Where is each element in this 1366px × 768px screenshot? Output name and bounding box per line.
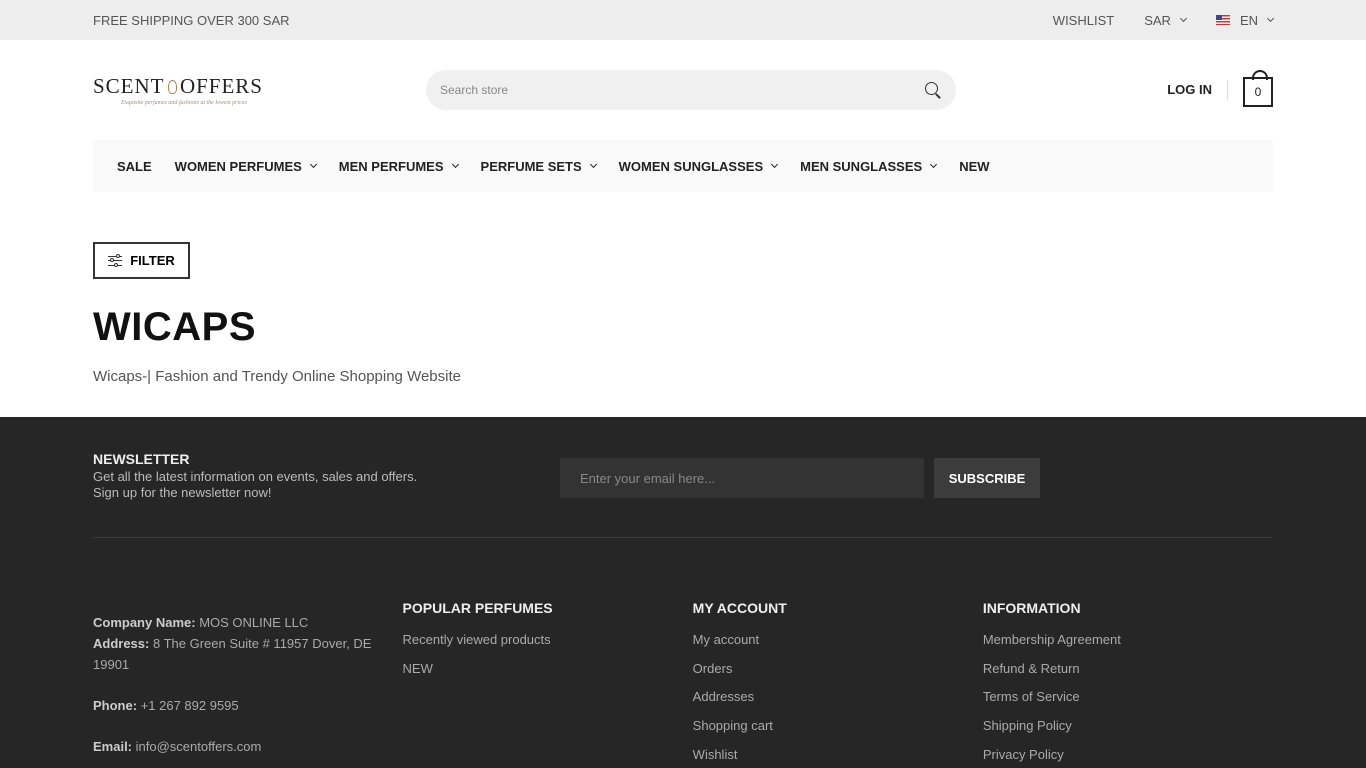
- column-title: INFORMATION: [982, 600, 1081, 616]
- footer-link[interactable]: Refund & Return: [983, 659, 1273, 679]
- footer-link[interactable]: Orders: [693, 659, 983, 679]
- address-label: Address:: [93, 636, 150, 651]
- language-value: EN: [1239, 12, 1258, 28]
- search-icon[interactable]: [924, 81, 942, 99]
- nav-label: PERFUME SETS: [480, 158, 582, 174]
- filter-button[interactable]: FILTER: [93, 242, 190, 279]
- filter-sliders-icon: [108, 253, 123, 267]
- top-bar: FREE SHIPPING OVER 300 SAR WISHLIST SAR …: [0, 0, 1366, 40]
- logo-wordmark: SCENT OFFERS: [93, 74, 263, 99]
- nav-item-perfume-sets[interactable]: PERFUME SETS: [480, 158, 597, 174]
- chevron-down-icon: [771, 160, 779, 169]
- site-header: SCENT OFFERS Exquisite perfumes and fash…: [0, 40, 1366, 140]
- footer-link[interactable]: Shopping cart: [693, 716, 983, 736]
- chevron-down-icon: [1266, 14, 1275, 23]
- company-line: Company Name: MOS ONLINE LLC: [93, 612, 403, 633]
- footer-link[interactable]: Shipping Policy: [983, 716, 1273, 736]
- company-name: MOS ONLINE LLC: [199, 615, 309, 630]
- chevron-down-icon: [451, 160, 459, 169]
- footer-link[interactable]: Membership Agreement: [983, 630, 1273, 650]
- search-bar: [426, 70, 956, 110]
- chevron-down-icon: [1179, 14, 1187, 23]
- site-logo[interactable]: SCENT OFFERS Exquisite perfumes and fash…: [93, 74, 263, 106]
- newsletter-title: NEWSLETTER: [93, 451, 190, 467]
- currency-value: SAR: [1144, 12, 1171, 28]
- footer-link[interactable]: Privacy Policy: [983, 745, 1273, 765]
- logo-tagline: Exquisite perfumes and fashions at the l…: [121, 100, 247, 106]
- footer-link[interactable]: Addresses: [693, 687, 983, 707]
- currency-selector[interactable]: SAR: [1144, 12, 1187, 28]
- search-input[interactable]: [440, 83, 880, 97]
- collection-content: FILTER WICAPS Wicaps-| Fashion and Trend…: [0, 192, 1366, 417]
- address-line: Address: 8 The Green Suite # 11957 Dover…: [93, 633, 403, 675]
- footer-link[interactable]: My account: [693, 630, 983, 650]
- footer-link[interactable]: NEW: [403, 659, 693, 679]
- contact-info: Company Name: MOS ONLINE LLC Address: 8 …: [93, 612, 403, 768]
- phone-line: Phone: +1 267 892 9595: [93, 695, 403, 716]
- newsletter-text: NEWSLETTER Get all the latest informatio…: [93, 451, 560, 501]
- email-line: Email: info@scentoffers.com: [93, 736, 403, 757]
- us-flag-icon: [1215, 15, 1230, 25]
- subscribe-button[interactable]: SUBSCRIBE: [934, 458, 1040, 498]
- language-selector[interactable]: EN: [1215, 12, 1275, 28]
- nav-label: MEN PERFUMES: [338, 158, 444, 174]
- newsletter-description: Get all the latest information on events…: [93, 469, 418, 500]
- main-navigation: SALE WOMEN PERFUMES MEN PERFUMES PERFUME…: [93, 140, 1273, 192]
- footer-link[interactable]: Wishlist: [693, 745, 983, 765]
- filter-label: FILTER: [130, 253, 175, 268]
- nav-label: SALE: [117, 158, 152, 174]
- chevron-down-icon: [589, 160, 597, 169]
- nav-item-men-perfumes[interactable]: MEN PERFUMES: [338, 158, 459, 174]
- column-title: MY ACCOUNT: [692, 600, 787, 616]
- popular-perfumes-column: POPULAR PERFUMES Recently viewed product…: [403, 600, 693, 768]
- footer-link[interactable]: Terms of Service: [983, 687, 1273, 707]
- logo-text-scent: SCENT: [93, 74, 165, 98]
- site-footer: NEWSLETTER Get all the latest informatio…: [0, 417, 1366, 768]
- nav-item-women-perfumes[interactable]: WOMEN PERFUMES: [174, 158, 317, 174]
- newsletter-section: NEWSLETTER Get all the latest informatio…: [93, 417, 1273, 538]
- nav-item-men-sunglasses[interactable]: MEN SUNGLASSES: [800, 158, 938, 174]
- header-actions: LOG IN 0: [1167, 70, 1273, 110]
- email-value[interactable]: info@scentoffers.com: [136, 739, 262, 754]
- information-column: INFORMATION Membership Agreement Refund …: [983, 600, 1273, 768]
- wishlist-link[interactable]: WISHLIST: [1053, 13, 1114, 28]
- logo-text-offers: OFFERS: [179, 74, 263, 98]
- top-bar-actions: WISHLIST SAR EN: [1053, 12, 1275, 28]
- column-title: POPULAR PERFUMES: [402, 600, 553, 616]
- nav-item-sale[interactable]: SALE: [117, 159, 152, 174]
- cart-button[interactable]: 0: [1243, 70, 1273, 107]
- cart-count: 0: [1254, 85, 1262, 99]
- nav-label: WOMEN SUNGLASSES: [618, 158, 764, 174]
- page-title: WICAPS: [93, 305, 256, 349]
- nav-label: NEW: [959, 158, 990, 174]
- login-link[interactable]: LOG IN: [1167, 80, 1228, 100]
- email-label: Email:: [93, 739, 133, 754]
- chevron-down-icon: [309, 160, 317, 169]
- free-shipping-promo: FREE SHIPPING OVER 300 SAR: [93, 12, 290, 28]
- phone-value: +1 267 892 9595: [140, 698, 239, 713]
- chevron-down-icon: [930, 160, 938, 169]
- footer-columns: Company Name: MOS ONLINE LLC Address: 8 …: [93, 538, 1273, 768]
- nav-item-new[interactable]: NEW: [959, 159, 989, 174]
- phone-label: Phone:: [93, 698, 138, 713]
- logo-emblem-icon: [167, 79, 177, 94]
- my-account-column: MY ACCOUNT My account Orders Addresses S…: [693, 600, 983, 768]
- footer-link[interactable]: Recently viewed products: [403, 630, 693, 650]
- newsletter-email-input[interactable]: [560, 458, 924, 498]
- company-label: Company Name:: [93, 615, 196, 630]
- nav-item-women-sunglasses[interactable]: WOMEN SUNGLASSES: [618, 158, 779, 174]
- nav-label: WOMEN PERFUMES: [174, 158, 302, 174]
- collection-description: Wicaps-| Fashion and Trendy Online Shopp…: [93, 368, 461, 385]
- nav-label: MEN SUNGLASSES: [800, 158, 923, 174]
